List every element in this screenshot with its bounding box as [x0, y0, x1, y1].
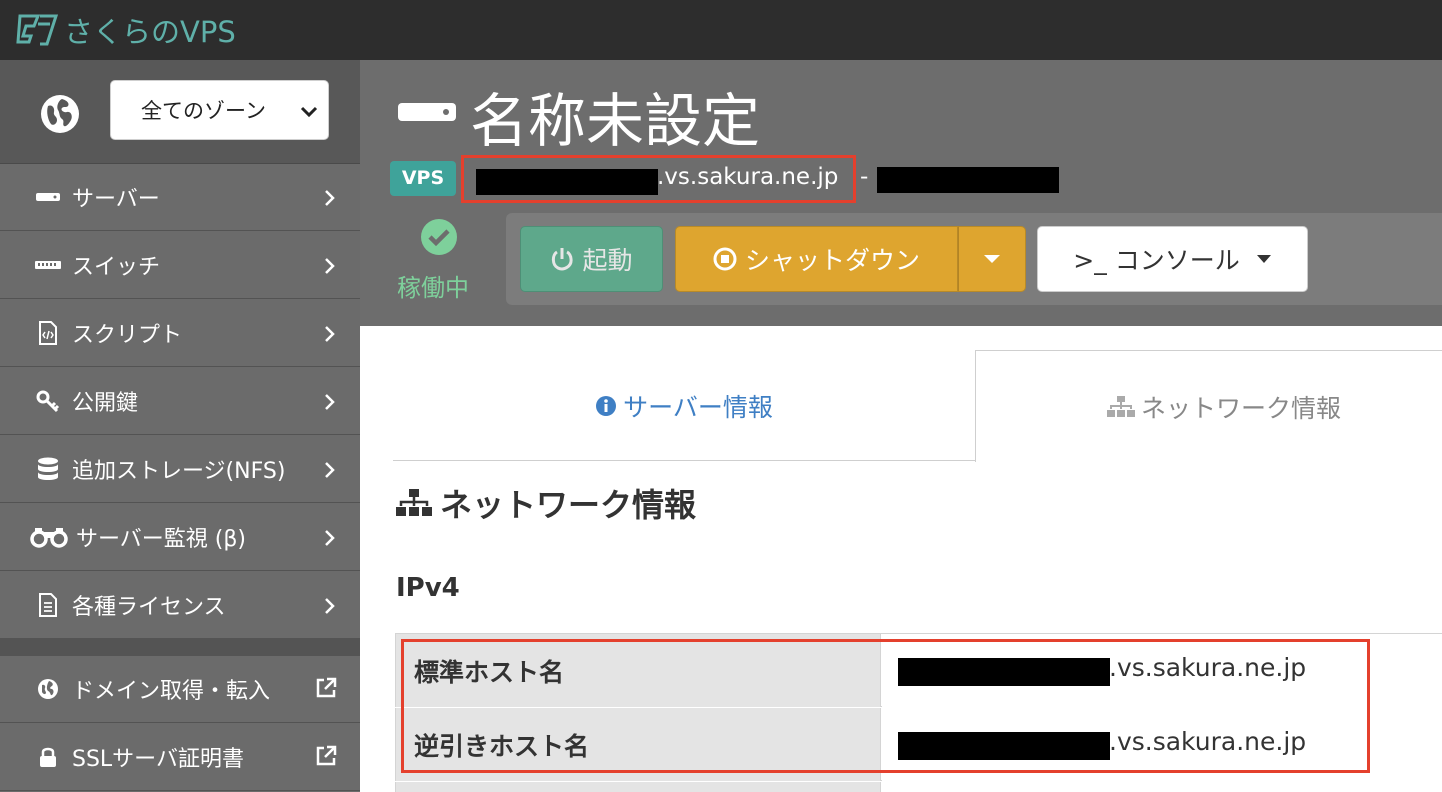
sidebar-item-label: 公開鍵: [72, 391, 139, 416]
start-button[interactable]: 起動: [520, 226, 663, 292]
external-link-icon: [316, 745, 337, 766]
redacted-hostname: [898, 732, 1110, 760]
sidebar-item-ssl[interactable]: SSLサーバ証明書: [0, 724, 360, 791]
tab-server-info-label: サーバー情報: [623, 393, 773, 422]
table-row: 逆引きホスト名 .vs.sakura.ne.jp: [395, 708, 1442, 781]
console-button-label: >_ コンソール: [1073, 246, 1240, 275]
action-button-panel: 起動 シャットダウン >_ コンソール: [506, 213, 1442, 305]
chevron-right-icon: [325, 326, 335, 342]
chevron-right-icon: [325, 394, 335, 410]
zone-selector-area: 全てのゾーン: [0, 60, 360, 164]
caret-down-icon: [1256, 255, 1271, 263]
sidebar-item-server-monitoring[interactable]: サーバー監視 (β): [0, 504, 360, 571]
shutdown-button-label: シャットダウン: [744, 246, 920, 275]
stop-circle-icon: [713, 247, 737, 271]
script-icon: [32, 319, 64, 347]
section-title: ネットワーク情報: [396, 480, 696, 526]
section-title-text: ネットワーク情報: [440, 486, 697, 524]
tab-network-info[interactable]: ネットワーク情報: [975, 350, 1442, 462]
sidebar-item-label: SSLサーバ証明書: [72, 747, 244, 772]
row-value: .vs.sakura.ne.jp: [882, 708, 1442, 781]
external-link-icon: [316, 677, 337, 698]
info-circle-icon: [595, 395, 617, 417]
sidebar-item-label: サーバー監視 (β): [76, 527, 246, 552]
shutdown-options-dropdown[interactable]: [958, 226, 1026, 292]
switch-icon: [32, 251, 64, 279]
redacted-hostname: [476, 169, 658, 195]
globe-icon: [41, 95, 79, 133]
ipv4-heading: IPv4: [396, 573, 460, 603]
sidebar-item-label: 追加ストレージ(NFS): [72, 459, 286, 484]
ipv4-table: 標準ホスト名 .vs.sakura.ne.jp 逆引きホスト名 .vs.saku…: [395, 633, 1442, 792]
top-bar: さくらのVPS: [0, 0, 1442, 60]
chevron-down-icon: [300, 106, 318, 118]
sitemap-icon: [1106, 395, 1135, 418]
sidebar-item-switch[interactable]: スイッチ: [0, 232, 360, 299]
server-icon: [32, 183, 64, 211]
hostname-highlight: .vs.sakura.ne.jp: [461, 155, 856, 203]
row-label: 標準ホスト名: [395, 634, 881, 707]
sidebar-item-label: サーバー: [72, 187, 160, 212]
sidebar-item-licenses[interactable]: 各種ライセンス: [0, 572, 360, 639]
row-value: .vs.sakura.ne.jp: [882, 634, 1442, 707]
row-label: [395, 782, 881, 792]
tab-server-info[interactable]: サーバー情報: [393, 352, 975, 461]
start-button-label: 起動: [582, 246, 633, 275]
table-row: [395, 782, 1442, 792]
logo-text: さくらのVPS: [64, 15, 236, 49]
power-icon: [550, 247, 574, 271]
sidebar-item-label: スクリプト: [72, 323, 183, 348]
shutdown-button[interactable]: シャットダウン: [675, 226, 958, 292]
binoculars-icon: [30, 523, 68, 551]
chevron-right-icon: [325, 530, 335, 546]
lock-icon: [32, 743, 64, 771]
key-icon: [32, 387, 64, 415]
sidebar-item-public-key[interactable]: 公開鍵: [0, 368, 360, 435]
vps-badge: VPS: [390, 161, 456, 196]
sidebar-item-label: スイッチ: [72, 255, 161, 280]
redacted-ip-address: [877, 167, 1059, 193]
chevron-right-icon: [325, 598, 335, 614]
table-row: 標準ホスト名 .vs.sakura.ne.jp: [395, 634, 1442, 707]
hostname-suffix: .vs.sakura.ne.jp: [657, 164, 839, 190]
sidebar-divider: [0, 638, 360, 656]
database-icon: [32, 455, 64, 483]
sidebar-item-script[interactable]: スクリプト: [0, 300, 360, 367]
sakura-logo-icon: [16, 14, 59, 46]
redacted-hostname: [898, 658, 1110, 686]
server-icon: [398, 103, 456, 121]
caret-down-icon: [984, 255, 1000, 263]
zone-select-value: 全てのゾーン: [141, 99, 266, 123]
sidebar-item-domain[interactable]: ドメイン取得・転入: [0, 656, 360, 723]
status-label: 稼働中: [397, 274, 469, 302]
sidebar-item-server[interactable]: サーバー: [0, 164, 360, 231]
chevron-right-icon: [325, 190, 335, 206]
logo[interactable]: さくらのVPS: [16, 10, 236, 50]
chevron-right-icon: [325, 258, 335, 274]
server-header: 名称未設定 VPS .vs.sakura.ne.jp - 稼働中 起動 シャット…: [360, 60, 1442, 326]
sitemap-icon: [396, 489, 432, 517]
hostname-suffix: .vs.sakura.ne.jp: [1109, 653, 1307, 682]
sidebar-item-nfs-storage[interactable]: 追加ストレージ(NFS): [0, 436, 360, 503]
sidebar: 全てのゾーン サーバー スイッチ スクリプト 公開鍵 追加ストレージ(NFS) …: [0, 60, 360, 792]
sidebar-item-label: ドメイン取得・転入: [72, 679, 271, 704]
hostname-suffix: .vs.sakura.ne.jp: [1109, 727, 1307, 756]
page-title: 名称未設定: [470, 87, 761, 155]
sidebar-item-label: 各種ライセンス: [72, 595, 226, 620]
zone-select[interactable]: 全てのゾーン: [110, 80, 329, 140]
check-circle-icon: [421, 219, 457, 255]
tab-network-info-label: ネットワーク情報: [1140, 393, 1341, 423]
chevron-right-icon: [325, 462, 335, 478]
globe-icon: [32, 675, 64, 703]
console-button[interactable]: >_ コンソール: [1037, 226, 1308, 292]
hostname-separator: -: [860, 164, 869, 190]
row-label: 逆引きホスト名: [395, 708, 881, 781]
document-icon: [32, 591, 64, 619]
